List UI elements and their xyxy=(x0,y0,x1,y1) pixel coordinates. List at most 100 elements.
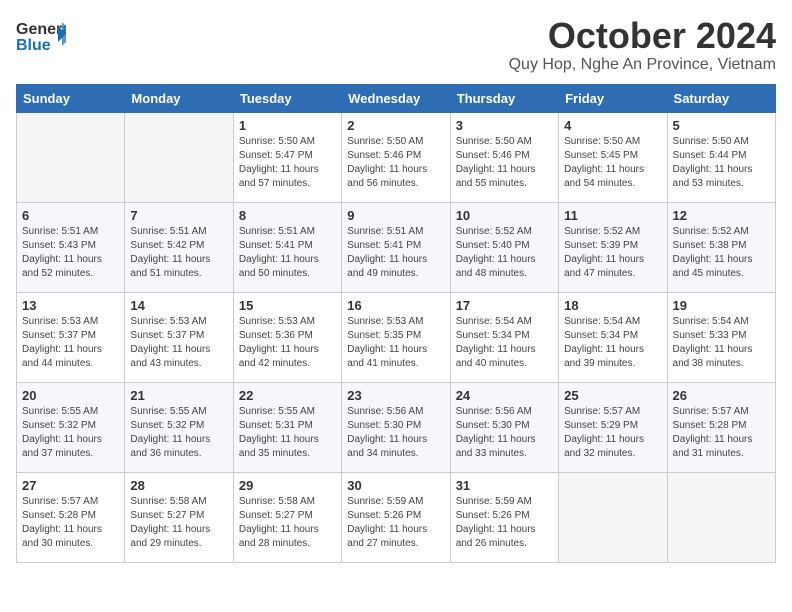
weekday-header-friday: Friday xyxy=(559,84,667,112)
day-number: 11 xyxy=(564,208,661,223)
day-number: 30 xyxy=(347,478,444,493)
day-number: 6 xyxy=(22,208,119,223)
day-number: 7 xyxy=(130,208,227,223)
calendar-cell: 2 Sunrise: 5:50 AMSunset: 5:46 PMDaylight… xyxy=(342,112,450,202)
month-title: October 2024 xyxy=(509,16,776,56)
day-info: Sunrise: 5:51 AMSunset: 5:43 PMDaylight:… xyxy=(22,225,119,281)
calendar-cell: 5Sunrise: 5:50 AMSunset: 5:44 PMDaylight… xyxy=(667,112,775,202)
title-area: October 2024 Quy Hop, Nghe An Province, … xyxy=(509,16,776,74)
day-number: 12 xyxy=(673,208,770,223)
day-info: Sunrise: 5:50 AMSunset: 5:45 PMDaylight:… xyxy=(564,135,661,191)
day-number: 2 xyxy=(347,118,444,133)
day-number: 23 xyxy=(347,388,444,403)
day-number: 14 xyxy=(130,298,227,313)
day-number: 10 xyxy=(456,208,553,223)
weekday-header-tuesday: Tuesday xyxy=(233,84,341,112)
calendar-cell: 20 Sunrise: 5:55 AMSunset: 5:32 PMDayligh… xyxy=(17,382,125,472)
location-title: Quy Hop, Nghe An Province, Vietnam xyxy=(509,56,776,74)
day-info: Sunrise: 5:53 AMSunset: 5:35 PMDaylight:… xyxy=(347,315,444,371)
day-number: 29 xyxy=(239,478,336,493)
calendar-cell: 12 Sunrise: 5:52 AMSunset: 5:38 PMDayligh… xyxy=(667,202,775,292)
calendar-cell: 9Sunrise: 5:51 AMSunset: 5:41 PMDaylight… xyxy=(342,202,450,292)
calendar-cell xyxy=(559,472,667,562)
day-number: 8 xyxy=(239,208,336,223)
day-info: Sunrise: 5:57 AMSunset: 5:28 PMDaylight:… xyxy=(22,495,119,551)
logo-icon: General Blue xyxy=(16,16,66,56)
day-number: 25 xyxy=(564,388,661,403)
day-number: 28 xyxy=(130,478,227,493)
calendar-cell: 7 Sunrise: 5:51 AMSunset: 5:42 PMDaylight… xyxy=(125,202,233,292)
day-number: 15 xyxy=(239,298,336,313)
day-number: 22 xyxy=(239,388,336,403)
day-info: Sunrise: 5:51 AMSunset: 5:41 PMDaylight:… xyxy=(239,225,336,281)
day-number: 19 xyxy=(673,298,770,313)
calendar-cell xyxy=(667,472,775,562)
day-info: Sunrise: 5:53 AMSunset: 5:37 PMDaylight:… xyxy=(130,315,227,371)
calendar-cell: 23 Sunrise: 5:56 AMSunset: 5:30 PMDayligh… xyxy=(342,382,450,472)
calendar-cell: 14 Sunrise: 5:53 AMSunset: 5:37 PMDayligh… xyxy=(125,292,233,382)
day-info: Sunrise: 5:56 AMSunset: 5:30 PMDaylight:… xyxy=(347,405,444,461)
day-info: Sunrise: 5:57 AMSunset: 5:28 PMDaylight:… xyxy=(673,405,770,461)
day-number: 20 xyxy=(22,388,119,403)
day-number: 4 xyxy=(564,118,661,133)
day-number: 5 xyxy=(673,118,770,133)
calendar-cell xyxy=(17,112,125,202)
calendar-cell: 31 Sunrise: 5:59 AMSunset: 5:26 PMDayligh… xyxy=(450,472,558,562)
calendar-cell: 8 Sunrise: 5:51 AMSunset: 5:41 PMDaylight… xyxy=(233,202,341,292)
day-number: 31 xyxy=(456,478,553,493)
day-info: Sunrise: 5:59 AMSunset: 5:26 PMDaylight:… xyxy=(456,495,553,551)
day-info: Sunrise: 5:58 AMSunset: 5:27 PMDaylight:… xyxy=(130,495,227,551)
day-info: Sunrise: 5:51 AMSunset: 5:41 PMDaylight:… xyxy=(347,225,444,281)
day-number: 3 xyxy=(456,118,553,133)
calendar-cell: 26 Sunrise: 5:57 AMSunset: 5:28 PMDayligh… xyxy=(667,382,775,472)
day-info: Sunrise: 5:54 AMSunset: 5:33 PMDaylight:… xyxy=(673,315,770,371)
day-number: 1 xyxy=(239,118,336,133)
calendar-cell xyxy=(125,112,233,202)
day-info: Sunrise: 5:50 AMSunset: 5:46 PMDaylight:… xyxy=(347,135,444,191)
calendar-cell: 13 Sunrise: 5:53 AMSunset: 5:37 PMDayligh… xyxy=(17,292,125,382)
day-number: 27 xyxy=(22,478,119,493)
calendar-cell: 21Sunrise: 5:55 AMSunset: 5:32 PMDayligh… xyxy=(125,382,233,472)
weekday-header-sunday: Sunday xyxy=(17,84,125,112)
logo: General Blue xyxy=(16,16,66,56)
day-number: 26 xyxy=(673,388,770,403)
day-info: Sunrise: 5:58 AMSunset: 5:27 PMDaylight:… xyxy=(239,495,336,551)
day-info: Sunrise: 5:55 AMSunset: 5:31 PMDaylight:… xyxy=(239,405,336,461)
day-number: 24 xyxy=(456,388,553,403)
day-info: Sunrise: 5:50 AMSunset: 5:46 PMDaylight:… xyxy=(456,135,553,191)
calendar-cell: 27 Sunrise: 5:57 AMSunset: 5:28 PMDayligh… xyxy=(17,472,125,562)
day-number: 21 xyxy=(130,388,227,403)
svg-text:Blue: Blue xyxy=(16,37,51,54)
day-info: Sunrise: 5:50 AMSunset: 5:47 PMDaylight:… xyxy=(239,135,336,191)
day-info: Sunrise: 5:57 AMSunset: 5:29 PMDaylight:… xyxy=(564,405,661,461)
calendar-cell: 6 Sunrise: 5:51 AMSunset: 5:43 PMDaylight… xyxy=(17,202,125,292)
calendar-cell: 29 Sunrise: 5:58 AMSunset: 5:27 PMDayligh… xyxy=(233,472,341,562)
day-info: Sunrise: 5:52 AMSunset: 5:39 PMDaylight:… xyxy=(564,225,661,281)
calendar-cell: 30 Sunrise: 5:59 AMSunset: 5:26 PMDayligh… xyxy=(342,472,450,562)
day-info: Sunrise: 5:55 AMSunset: 5:32 PMDaylight:… xyxy=(22,405,119,461)
calendar-cell: 17 Sunrise: 5:54 AMSunset: 5:34 PMDayligh… xyxy=(450,292,558,382)
calendar-cell: 18Sunrise: 5:54 AMSunset: 5:34 PMDayligh… xyxy=(559,292,667,382)
calendar-cell: 4 Sunrise: 5:50 AMSunset: 5:45 PMDaylight… xyxy=(559,112,667,202)
day-info: Sunrise: 5:52 AMSunset: 5:40 PMDaylight:… xyxy=(456,225,553,281)
calendar-cell: 28 Sunrise: 5:58 AMSunset: 5:27 PMDayligh… xyxy=(125,472,233,562)
day-number: 18 xyxy=(564,298,661,313)
weekday-header-saturday: Saturday xyxy=(667,84,775,112)
calendar-table: SundayMondayTuesdayWednesdayThursdayFrid… xyxy=(16,84,776,563)
day-number: 13 xyxy=(22,298,119,313)
calendar-cell: 19 Sunrise: 5:54 AMSunset: 5:33 PMDayligh… xyxy=(667,292,775,382)
page-header: General Blue October 2024 Quy Hop, Nghe … xyxy=(16,16,776,74)
day-info: Sunrise: 5:53 AMSunset: 5:37 PMDaylight:… xyxy=(22,315,119,371)
day-info: Sunrise: 5:52 AMSunset: 5:38 PMDaylight:… xyxy=(673,225,770,281)
calendar-cell: 3 Sunrise: 5:50 AMSunset: 5:46 PMDaylight… xyxy=(450,112,558,202)
calendar-cell: 11 Sunrise: 5:52 AMSunset: 5:39 PMDayligh… xyxy=(559,202,667,292)
calendar-cell: 15Sunrise: 5:53 AMSunset: 5:36 PMDayligh… xyxy=(233,292,341,382)
calendar-cell: 1 Sunrise: 5:50 AMSunset: 5:47 PMDaylight… xyxy=(233,112,341,202)
day-number: 17 xyxy=(456,298,553,313)
day-info: Sunrise: 5:51 AMSunset: 5:42 PMDaylight:… xyxy=(130,225,227,281)
calendar-cell: 10 Sunrise: 5:52 AMSunset: 5:40 PMDayligh… xyxy=(450,202,558,292)
calendar-cell: 16Sunrise: 5:53 AMSunset: 5:35 PMDayligh… xyxy=(342,292,450,382)
day-info: Sunrise: 5:54 AMSunset: 5:34 PMDaylight:… xyxy=(456,315,553,371)
day-info: Sunrise: 5:59 AMSunset: 5:26 PMDaylight:… xyxy=(347,495,444,551)
calendar-cell: 25 Sunrise: 5:57 AMSunset: 5:29 PMDayligh… xyxy=(559,382,667,472)
